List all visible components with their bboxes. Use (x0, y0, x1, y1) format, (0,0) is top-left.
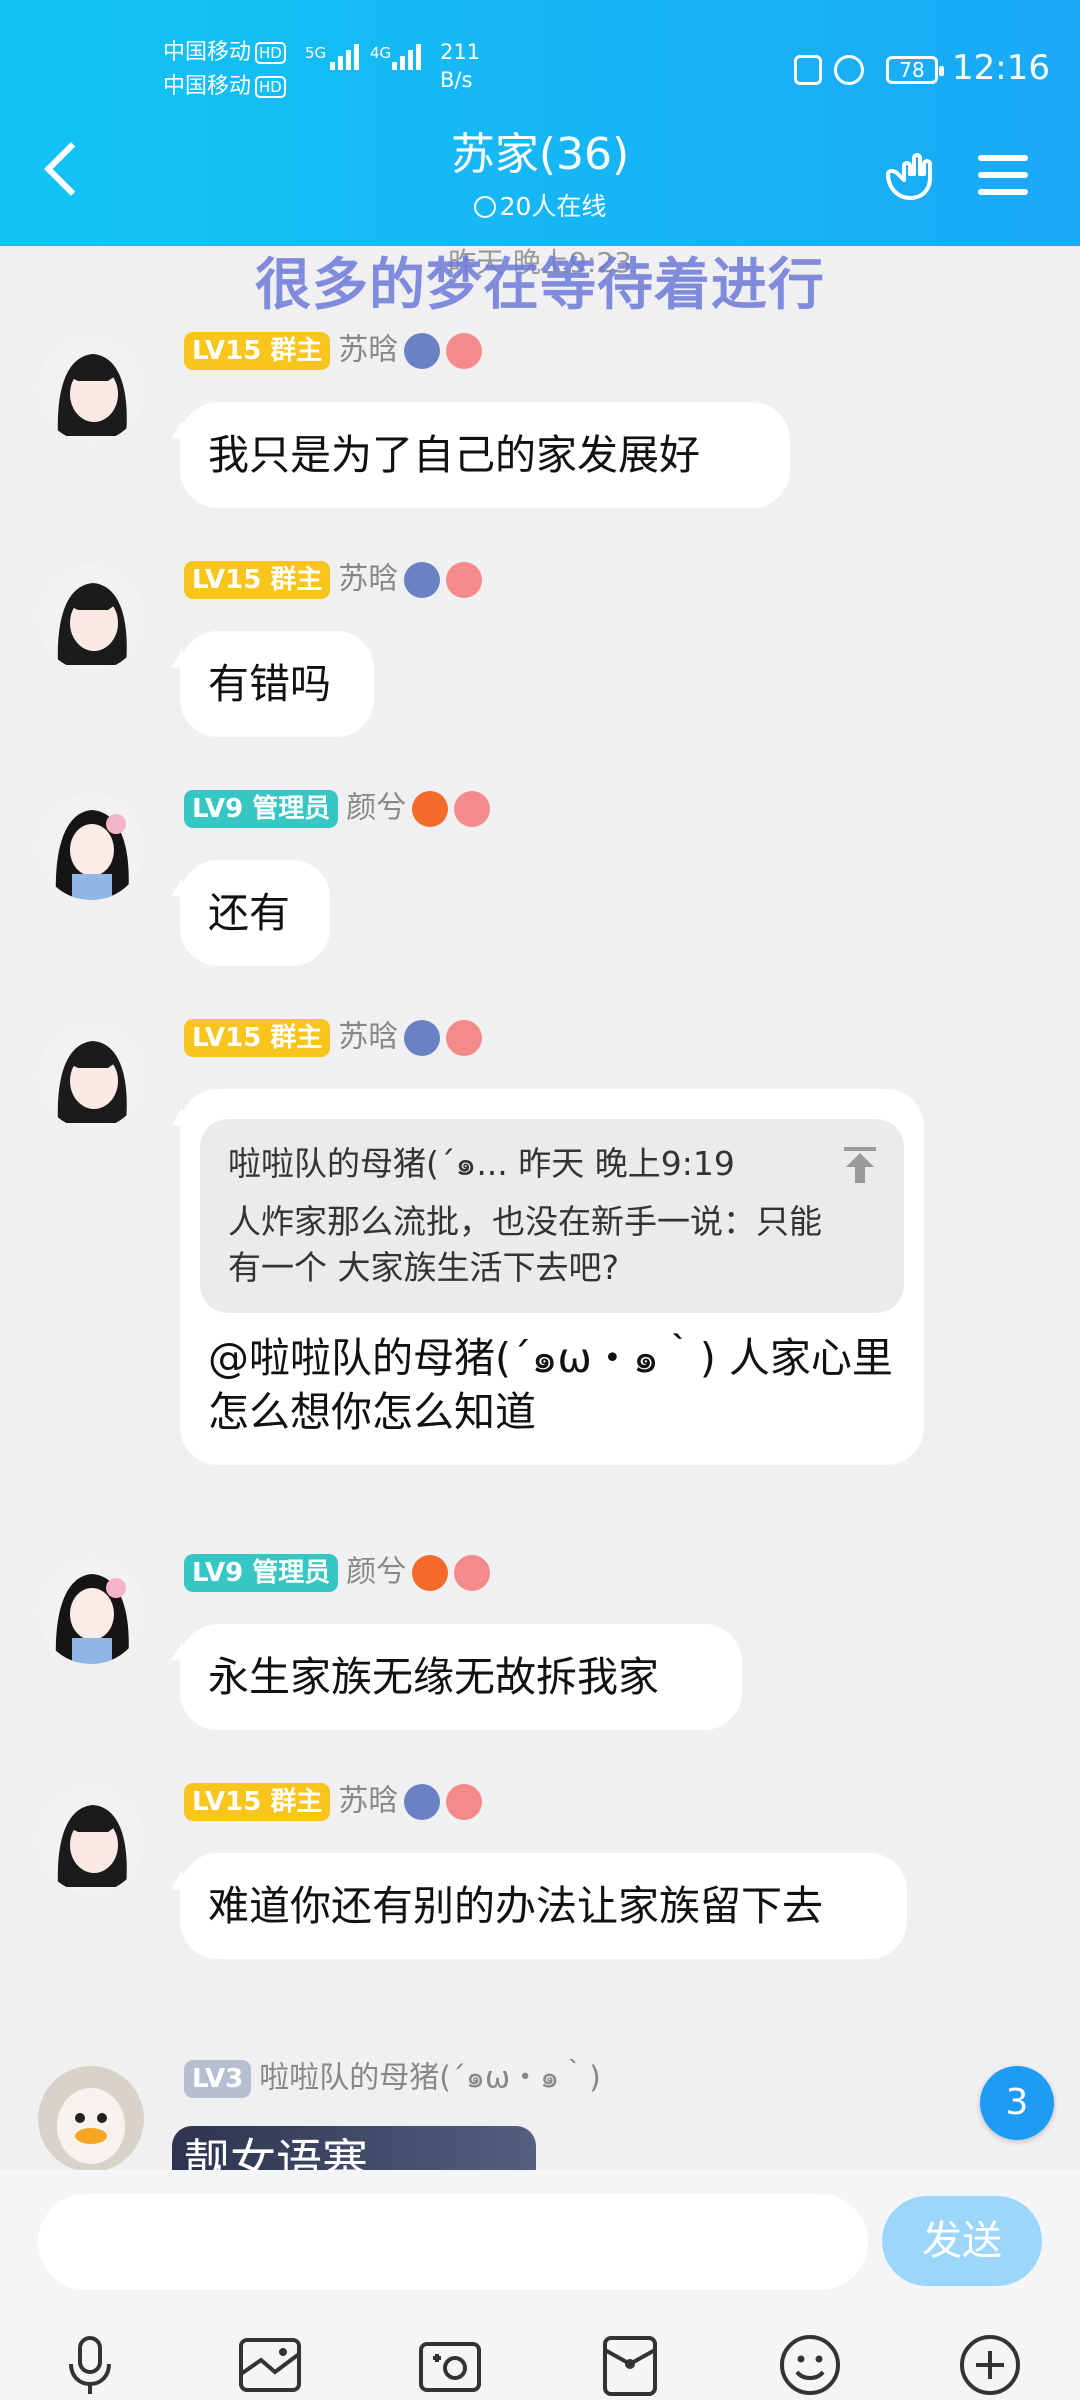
microphone-icon[interactable] (55, 2330, 125, 2400)
sender-name[interactable]: 苏晗 (338, 1020, 398, 1055)
avatar[interactable] (38, 1558, 144, 1664)
level-badge: LV15 群主 (184, 1018, 331, 1057)
dragon-badge-icon (404, 1783, 441, 1820)
chevron-down-icon (473, 196, 496, 218)
jump-to-original-icon[interactable] (842, 1145, 878, 1185)
clock: 12:16 (952, 48, 1050, 88)
avatar[interactable] (38, 2066, 144, 2172)
smile-badge-icon (446, 1783, 483, 1820)
chat-header: 中国移动 HD 中国移动 HD 5G 4G 211 B/s 78 12:16 苏家(3… (0, 0, 1080, 246)
sender-name[interactable]: 啦啦队的母猪(´๑ω・๑｀) (259, 2061, 601, 2096)
message-bubble[interactable]: 有错吗 (180, 631, 374, 737)
dragon-badge-icon (404, 332, 441, 369)
level-badge: LV15 群主 (184, 560, 331, 599)
input-bar: 发送 (0, 2170, 1080, 2400)
level-badge: LV9 管理员 (184, 1553, 339, 1592)
quote-text: 人炸家那么流批，也没在新手一说：只能有一个 大家族生活下去吧? (228, 1202, 822, 1287)
emoji-icon[interactable] (775, 2330, 845, 2400)
carrier-info: 中国移动 HD 中国移动 HD (163, 36, 286, 104)
smile-badge-icon (454, 1554, 491, 1591)
fire-badge-icon (412, 1554, 449, 1591)
level-badge: LV9 管理员 (184, 789, 339, 828)
signal-icon (392, 44, 424, 70)
reply-message-bubble[interactable]: 啦啦队的母猪(´๑... 昨天 晚上9:19 人炸家那么流批，也没在新手一说：只… (180, 1089, 924, 1465)
network-4g-label: 4G (370, 44, 392, 62)
signal-icon (330, 44, 362, 70)
send-button[interactable]: 发送 (882, 2196, 1042, 2286)
alarm-icon (834, 54, 865, 85)
sender-name[interactable]: 颜兮 (346, 1555, 406, 1590)
dragon-badge-icon (404, 561, 441, 598)
hand-gesture-icon[interactable] (880, 148, 936, 204)
sender-meta: LV15 群主 苏晗 (184, 330, 483, 371)
sender-meta: LV3 啦啦队的母猪(´๑ω・๑｀) (184, 2058, 601, 2099)
quote-header: 啦啦队的母猪(´๑... 昨天 晚上9:19 (228, 1144, 735, 1183)
message-bubble[interactable]: 难道你还有别的办法让家族留下去 (180, 1853, 907, 1959)
sender-name[interactable]: 苏晗 (338, 562, 398, 597)
smile-badge-icon (454, 790, 491, 827)
plus-icon[interactable] (955, 2330, 1025, 2400)
battery-icon: 78 (886, 55, 945, 84)
sender-meta: LV15 群主 苏晗 (184, 559, 483, 600)
red-packet-icon[interactable] (595, 2330, 665, 2400)
level-badge: LV3 (184, 2059, 252, 2098)
sender-name[interactable]: 颜兮 (346, 791, 406, 826)
carrier-2: 中国移动 (163, 74, 252, 99)
sender-name[interactable]: 苏晗 (338, 333, 398, 368)
fire-badge-icon (412, 790, 449, 827)
hd-badge: HD (255, 42, 286, 64)
avatar[interactable] (38, 565, 144, 671)
sender-meta: LV9 管理员 颜兮 (184, 788, 491, 829)
sender-meta: LV15 群主 苏晗 (184, 1017, 483, 1058)
avatar[interactable] (38, 336, 144, 442)
message-bubble[interactable]: 永生家族无缘无故拆我家 (180, 1624, 742, 1730)
message-bubble[interactable]: 还有 (180, 860, 330, 966)
status-bar: 中国移动 HD 中国移动 HD 5G 4G 211 B/s 78 12:16 (0, 30, 1080, 110)
dragon-badge-icon (404, 1019, 441, 1056)
sender-meta: LV9 管理员 颜兮 (184, 1552, 491, 1593)
hd-badge: HD (255, 76, 286, 98)
sender-name[interactable]: 苏晗 (338, 1784, 398, 1819)
level-badge: LV15 群主 (184, 1782, 331, 1821)
camera-icon[interactable] (415, 2330, 485, 2400)
nfc-icon (794, 54, 823, 85)
network-5g-label: 5G (305, 44, 327, 62)
avatar[interactable] (38, 1023, 144, 1129)
avatar[interactable] (38, 1787, 144, 1893)
menu-icon[interactable] (978, 155, 1028, 206)
level-badge: LV15 群主 (184, 331, 331, 370)
status-right: 78 12:16 (794, 48, 1050, 88)
message-input[interactable] (38, 2194, 868, 2290)
sender-meta: LV15 群主 苏晗 (184, 1781, 483, 1822)
quoted-message[interactable]: 啦啦队的母猪(´๑... 昨天 晚上9:19 人炸家那么流批，也没在新手一说：只… (200, 1119, 904, 1313)
unread-count-badge[interactable]: 3 (980, 2066, 1054, 2140)
smile-badge-icon (446, 1019, 483, 1056)
image-message[interactable]: 靓女语塞 (172, 2126, 536, 2172)
avatar[interactable] (38, 794, 144, 900)
effect-banner: 很多的梦在等待着进行 (255, 253, 825, 318)
message-text: @啦啦队的母猪(´๑ω・๑｀) 人家心里怎么想你怎么知道 (208, 1334, 893, 1436)
smile-badge-icon (446, 332, 483, 369)
carrier-1: 中国移动 (163, 40, 252, 65)
network-speed: 211 B/s (440, 40, 481, 92)
message-bubble[interactable]: 我只是为了自己的家发展好 (180, 402, 790, 508)
picture-icon[interactable] (235, 2330, 305, 2400)
smile-badge-icon (446, 561, 483, 598)
